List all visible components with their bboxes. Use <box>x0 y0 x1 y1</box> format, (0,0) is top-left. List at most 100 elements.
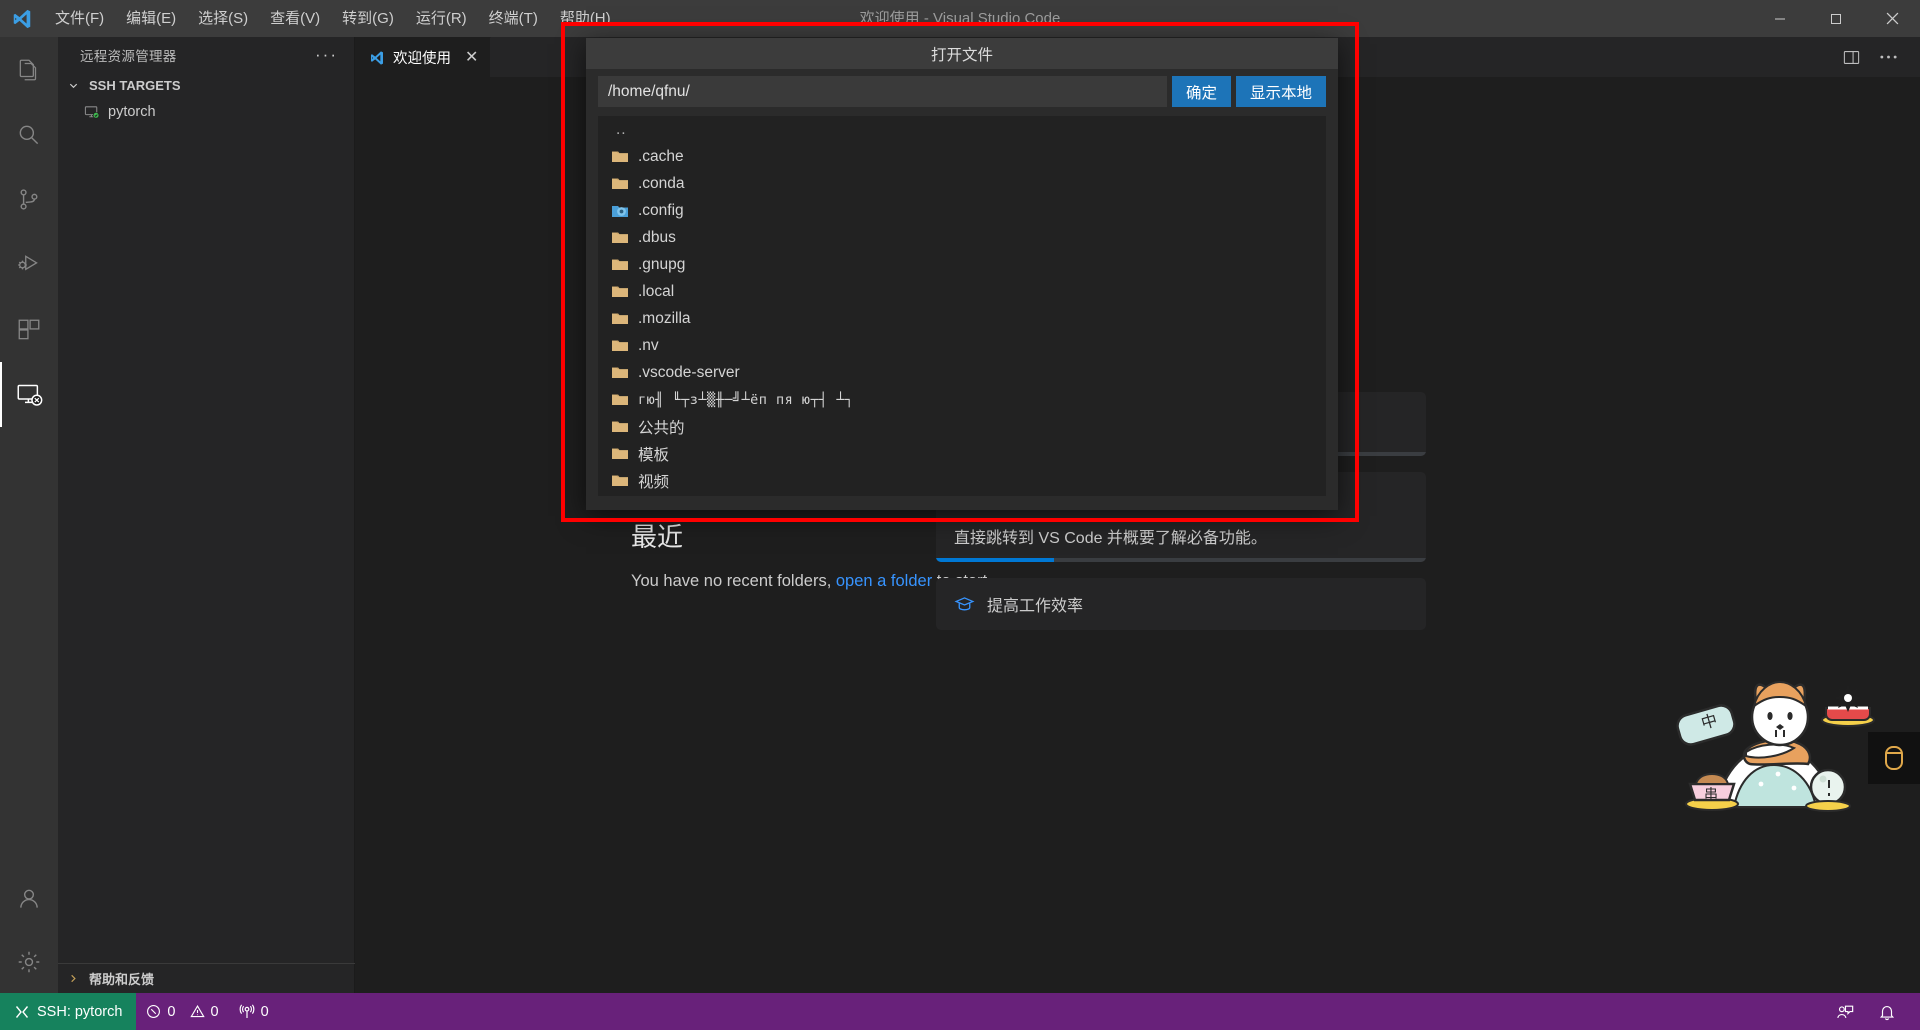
split-editor-icon[interactable] <box>1842 48 1861 67</box>
list-item[interactable]: .conda <box>598 170 1326 197</box>
dialog-file-list[interactable]: .. .cache .conda .config .dbus .gnupg .l… <box>598 116 1326 496</box>
status-ports[interactable]: 0 <box>229 993 279 1030</box>
sidebar: 远程资源管理器 ··· SSH TARGETS pytorch 帮助和反馈 <box>58 37 355 993</box>
folder-icon <box>612 393 628 406</box>
card-boost-productivity-text: 提高工作效率 <box>987 598 1084 615</box>
folder-icon <box>612 177 628 190</box>
sidebar-more-actions-icon[interactable]: ··· <box>315 45 338 65</box>
status-bar: SSH: pytorch 0 0 0 <box>0 993 1920 1030</box>
config-folder-icon <box>612 204 628 218</box>
list-item-label: 视频 <box>638 473 670 491</box>
tab-welcome[interactable]: 欢迎使用 ✕ <box>356 37 492 77</box>
menu-terminal[interactable]: 终端(T) <box>478 0 549 37</box>
menu-bar: 文件(F) 编辑(E) 选择(S) 查看(V) 转到(G) 运行(R) 终端(T… <box>44 0 622 37</box>
open-a-folder-link[interactable]: open a folder <box>836 572 932 590</box>
list-item[interactable]: 公共的 <box>598 413 1326 440</box>
feedback-person-icon[interactable] <box>1826 993 1864 1030</box>
minimize-icon[interactable] <box>1752 0 1808 37</box>
status-remote-indicator[interactable]: SSH: pytorch <box>0 993 137 1030</box>
list-item-label: .config <box>638 201 684 219</box>
sidebar-section-label: SSH TARGETS <box>89 77 181 93</box>
bell-icon[interactable] <box>1868 993 1906 1030</box>
list-item-label: .conda <box>638 174 685 192</box>
vscode-logo-icon <box>369 50 385 66</box>
folder-icon <box>612 366 628 379</box>
list-item[interactable]: 视频 <box>598 467 1326 494</box>
status-remote-label: SSH: pytorch <box>37 1003 123 1020</box>
activity-extensions[interactable] <box>0 297 58 362</box>
list-item-label: .dbus <box>638 228 676 246</box>
list-item[interactable]: .mozilla <box>598 305 1326 332</box>
title-bar: 文件(F) 编辑(E) 选择(S) 查看(V) 转到(G) 运行(R) 终端(T… <box>0 0 1920 37</box>
window-controls <box>1752 0 1920 37</box>
menu-go[interactable]: 转到(G) <box>331 0 405 37</box>
gear-icon[interactable] <box>0 931 58 993</box>
status-errors-count: 0 <box>167 1003 176 1020</box>
dialog-show-local-button[interactable]: 显示本地 <box>1235 76 1326 107</box>
menu-file[interactable]: 文件(F) <box>44 0 115 37</box>
list-item-label: .vscode-server <box>638 363 740 381</box>
menu-selection[interactable]: 选择(S) <box>187 0 259 37</box>
list-item[interactable]: .config <box>598 197 1326 224</box>
error-circle-icon <box>146 1004 161 1019</box>
activity-run-debug[interactable] <box>0 232 58 297</box>
sidebar-item-label: pytorch <box>108 104 156 120</box>
remote-host-connected-icon <box>84 104 101 121</box>
tab-close-icon[interactable]: ✕ <box>465 49 478 66</box>
menu-run[interactable]: 运行(R) <box>405 0 478 37</box>
list-item[interactable]: .dbus <box>598 224 1326 251</box>
radio-tower-icon <box>239 1003 255 1020</box>
folder-icon <box>612 474 628 487</box>
activity-explorer[interactable] <box>0 37 58 102</box>
activity-source-control[interactable] <box>0 167 58 232</box>
sidebar-help-and-feedback[interactable]: 帮助和反馈 <box>58 963 355 993</box>
list-item-label: .cache <box>638 147 684 165</box>
sidebar-title: 远程资源管理器 <box>80 48 177 64</box>
status-warnings-count: 0 <box>210 1003 219 1020</box>
dialog-confirm-button[interactable]: 确定 <box>1171 76 1231 107</box>
menu-view[interactable]: 查看(V) <box>259 0 331 37</box>
menu-help[interactable]: 帮助(H) <box>549 0 622 37</box>
list-item[interactable]: .vscode-server <box>598 359 1326 386</box>
card-get-started-text: 直接跳转到 VS Code 并概要了解必备功能。 <box>954 530 1267 547</box>
list-item-label: 模板 <box>638 446 670 464</box>
sidebar-section-ssh-targets[interactable]: SSH TARGETS <box>58 72 354 98</box>
list-item[interactable]: .nv <box>598 332 1326 359</box>
account-icon[interactable] <box>0 866 58 931</box>
maximize-icon[interactable] <box>1808 0 1864 37</box>
vscode-window: 文件(F) 编辑(E) 选择(S) 查看(V) 转到(G) 运行(R) 终端(T… <box>0 0 1920 1030</box>
folder-icon <box>612 447 628 460</box>
mortarboard-icon <box>954 594 975 615</box>
open-file-dialog: 打开文件 确定 显示本地 .. .cache .conda <box>586 38 1338 510</box>
vscode-logo-icon <box>0 0 44 37</box>
chevron-right-icon <box>68 973 84 984</box>
parent-directory-label: .. <box>616 120 627 138</box>
list-item[interactable]: .cache <box>598 143 1326 170</box>
list-item[interactable]: .local <box>598 278 1326 305</box>
recent-empty-prefix: You have no recent folders, <box>631 572 832 590</box>
ime-usb-badge <box>1868 732 1920 784</box>
dialog-parent-directory[interactable]: .. <box>598 116 1326 143</box>
folder-icon <box>612 312 628 325</box>
list-item-label: .mozilla <box>638 309 691 327</box>
list-item[interactable]: гю╢ ╙┬з┴▒╫─╝┴ёп пя ю┬┤ ┴┐ <box>598 386 1326 413</box>
card-get-started-progress <box>936 558 1426 562</box>
dialog-path-input[interactable] <box>598 76 1167 107</box>
activity-search[interactable] <box>0 102 58 167</box>
folder-icon <box>612 150 628 163</box>
list-item[interactable]: .gnupg <box>598 251 1326 278</box>
activity-remote-explorer[interactable] <box>0 362 58 427</box>
dialog-path-row: 确定 显示本地 <box>586 69 1338 115</box>
status-problems[interactable]: 0 0 <box>136 993 228 1030</box>
folder-icon <box>612 258 628 271</box>
folder-icon <box>612 420 628 433</box>
list-item[interactable]: 模板 <box>598 440 1326 467</box>
list-item-label: .gnupg <box>638 255 686 273</box>
sidebar-item-pytorch[interactable]: pytorch <box>58 98 354 126</box>
menu-edit[interactable]: 编辑(E) <box>115 0 187 37</box>
close-icon[interactable] <box>1864 0 1920 37</box>
more-actions-icon[interactable] <box>1879 54 1898 60</box>
list-item-label: 公共的 <box>638 419 685 437</box>
list-item-label: гю╢ ╙┬з┴▒╫─╝┴ёп пя ю┬┤ ┴┐ <box>638 391 854 408</box>
card-boost-productivity[interactable]: 提高工作效率 <box>936 578 1426 630</box>
